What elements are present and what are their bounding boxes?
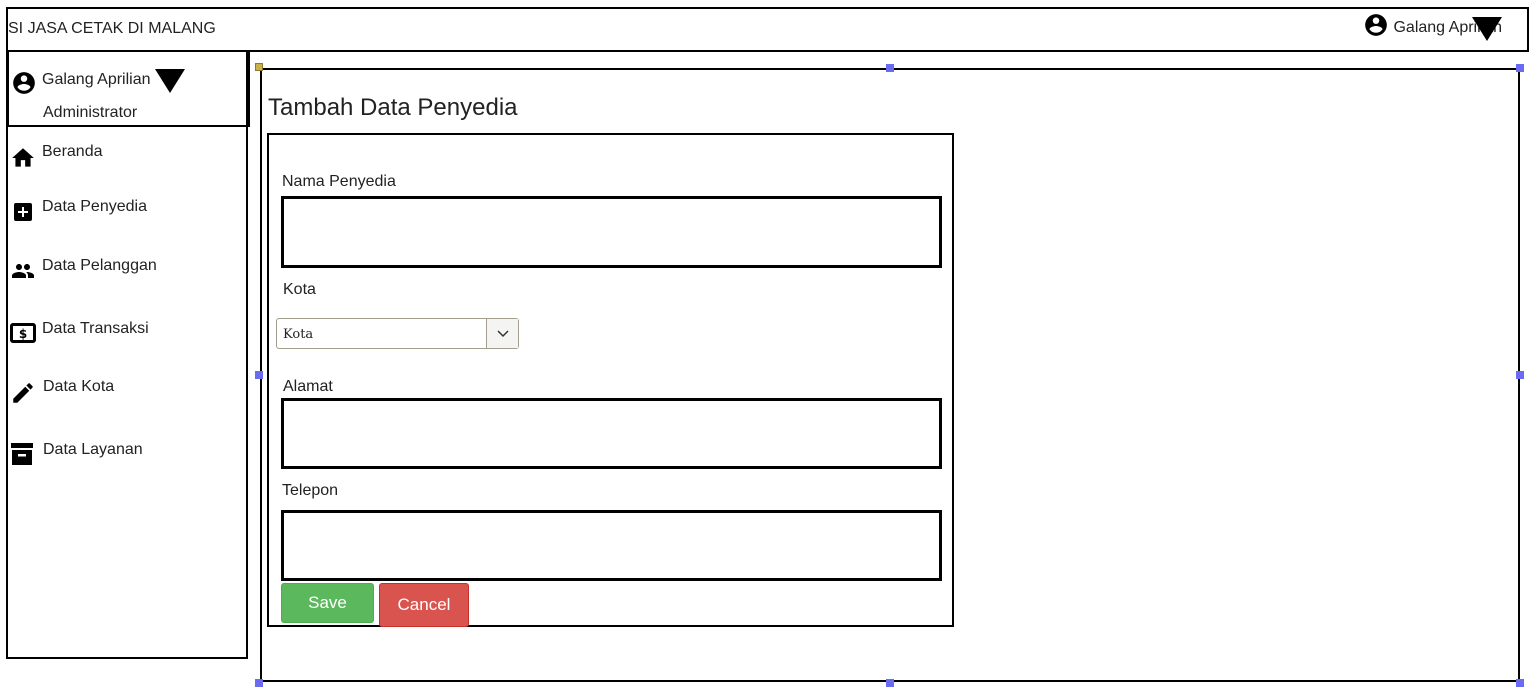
people-icon (9, 259, 37, 283)
sidebar-item-data-layanan[interactable]: Data Layanan (10, 441, 143, 467)
kota-label: Kota (283, 281, 316, 298)
add-box-icon (11, 200, 35, 224)
sidebar-item-label: Data Kota (43, 378, 115, 395)
money-icon: $ (10, 322, 36, 344)
app-title: SI JASA CETAK DI MALANG (8, 20, 216, 37)
sidebar-item-label: Data Penyedia (42, 198, 147, 215)
sidebar-item-label: Data Layanan (43, 441, 143, 458)
sidebar-item-label: Data Transaksi (42, 320, 149, 337)
nama-penyedia-label: Nama Penyedia (282, 173, 396, 190)
selection-handle-top[interactable] (886, 64, 894, 72)
alamat-input[interactable] (281, 398, 942, 469)
sidebar-user-role: Administrator (43, 104, 138, 121)
sidebar-item-data-pelanggan[interactable]: Data Pelanggan (9, 257, 157, 283)
selection-handle-bottom[interactable] (886, 679, 894, 687)
selection-handle-bottom-left[interactable] (255, 679, 263, 687)
telepon-input[interactable] (281, 510, 942, 581)
selection-handle-right[interactable] (1516, 371, 1524, 379)
sidebar-item-label: Beranda (42, 143, 103, 160)
selection-handle-bottom-right[interactable] (1516, 679, 1524, 687)
alamat-label: Alamat (283, 378, 333, 395)
home-icon (9, 145, 37, 171)
selection-handle-top-left[interactable] (255, 63, 263, 71)
nama-penyedia-input[interactable] (281, 196, 942, 268)
sidebar-item-data-kota[interactable]: Data Kota (10, 378, 114, 406)
selection-handle-left[interactable] (255, 371, 263, 379)
archive-icon (10, 441, 34, 467)
sidebar-item-data-transaksi[interactable]: $ Data Transaksi (10, 320, 149, 344)
sidebar-user-dropdown-icon[interactable] (155, 69, 185, 93)
sidebar-item-label: Data Pelanggan (42, 257, 157, 274)
chevron-down-icon[interactable] (486, 319, 518, 348)
account-circle-icon (1363, 12, 1389, 43)
telepon-label: Telepon (282, 482, 339, 499)
page-title: Tambah Data Penyedia (268, 94, 518, 121)
sidebar-user-card: Galang Aprilian Administrator (7, 50, 250, 127)
svg-text:$: $ (19, 327, 27, 341)
top-navbar (6, 7, 1529, 52)
sidebar-user-name: Galang Aprilian (42, 71, 151, 88)
kota-selected-value: Kota (283, 327, 314, 342)
top-user-dropdown-icon[interactable] (1472, 17, 1502, 41)
kota-select[interactable]: Kota (276, 318, 519, 349)
cancel-button[interactable]: Cancel (379, 583, 469, 627)
selection-handle-top-right[interactable] (1516, 64, 1524, 72)
sidebar-item-beranda[interactable]: Beranda (9, 143, 103, 171)
pencil-icon (10, 380, 36, 406)
account-circle-icon (11, 70, 37, 101)
sidebar-item-data-penyedia[interactable]: Data Penyedia (11, 198, 147, 224)
save-button[interactable]: Save (281, 583, 374, 623)
